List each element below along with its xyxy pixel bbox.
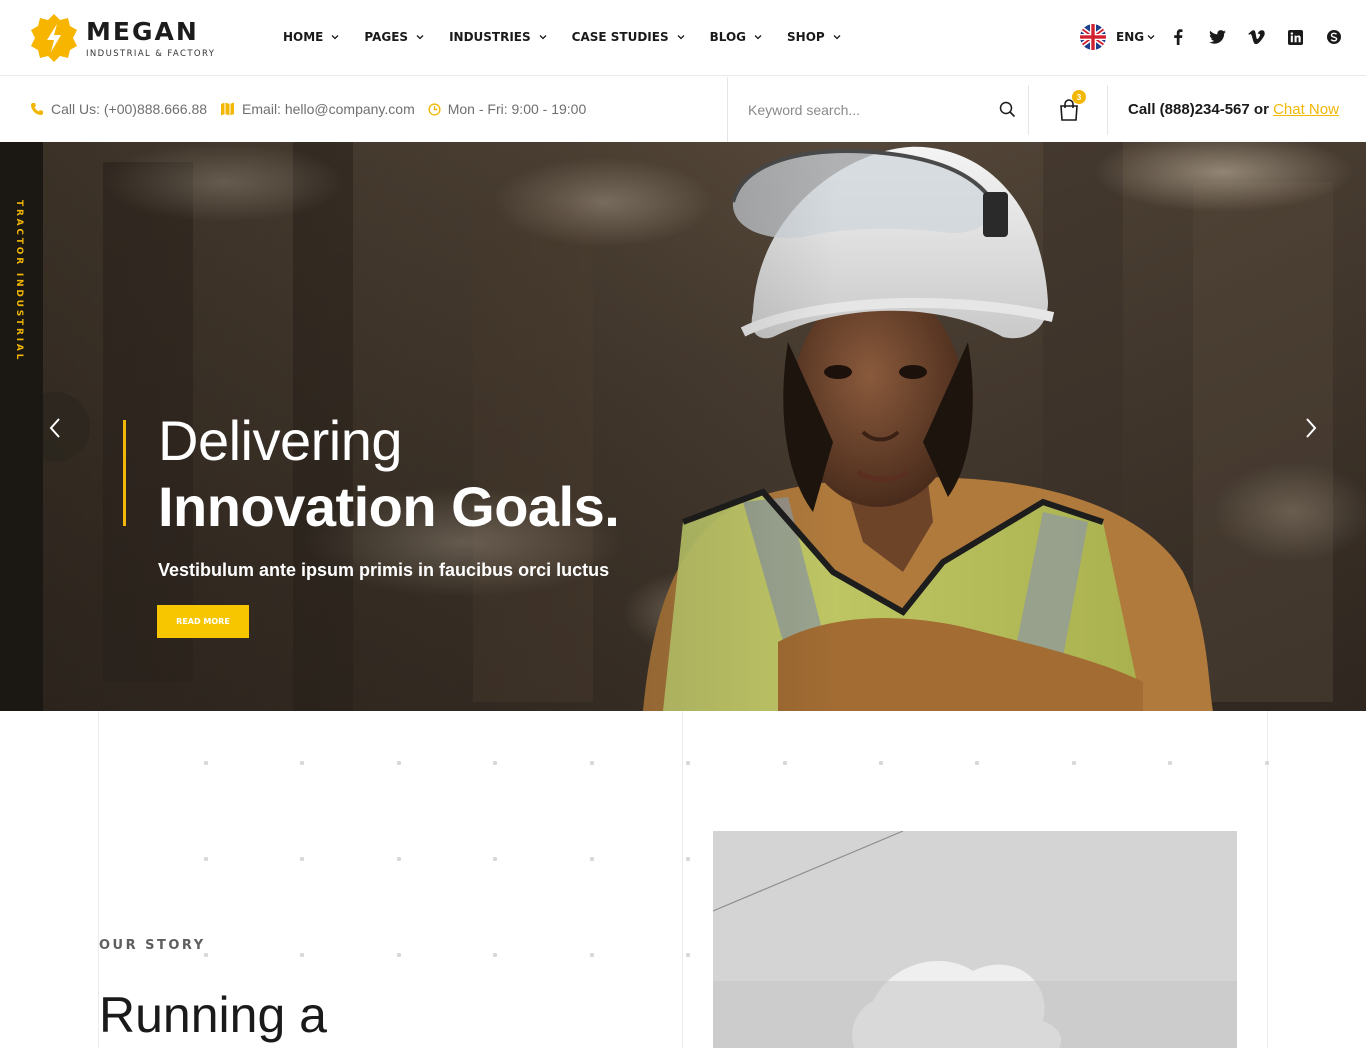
grid-dot (204, 953, 208, 957)
hero-accent-bar (123, 420, 126, 526)
grid-dot (397, 857, 401, 861)
story-label: OUR STORY (99, 938, 206, 953)
grid-dot (686, 761, 690, 765)
grid-dot (300, 761, 304, 765)
vimeo-icon[interactable] (1246, 27, 1266, 47)
cart-count-badge: 3 (1072, 90, 1086, 104)
nav-item-label: HOME (283, 30, 324, 44)
nav-item-label: BLOG (709, 30, 747, 44)
grid-dot (1072, 761, 1076, 765)
nav-item-case-studies[interactable]: CASE STUDIES (572, 30, 685, 44)
grid-dot (1168, 761, 1172, 765)
nav-item-label: SHOP (787, 30, 825, 44)
grid-dot (783, 761, 787, 765)
chevron-left-icon[interactable] (48, 417, 62, 439)
divider (1028, 85, 1029, 135)
phone-info: Call Us: (+00)888.666.88 (30, 101, 207, 117)
site-header: MEGAN INDUSTRIAL & FACTORY HOME PAGES IN… (0, 0, 1366, 76)
grid-dot (204, 761, 208, 765)
hero-subtitle: Vestibulum ante ipsum primis in faucibus… (158, 560, 610, 580)
facebook-icon[interactable] (1168, 27, 1188, 47)
contact-info: Call Us: (+00)888.666.88 Email: hello@co… (30, 101, 599, 117)
nav-item-label: INDUSTRIES (449, 30, 531, 44)
phone-text: Call Us: (+00)888.666.88 (51, 101, 208, 117)
chevron-right-icon[interactable] (1304, 417, 1318, 439)
hero-title-line2: Innovation Goals. (158, 475, 620, 538)
story-image-placeholder (713, 831, 1237, 1048)
story-heading: Running a (99, 987, 327, 1043)
chevron-down-icon (331, 35, 339, 40)
divider (727, 77, 728, 142)
chevron-down-icon (833, 35, 841, 40)
story-image (713, 831, 1237, 1048)
hours-info: Mon - Fri: 9:00 - 19:00 (428, 101, 587, 117)
gear-bolt-logo-icon (31, 14, 77, 62)
story-section: OUR STORY Running a (0, 711, 1366, 1048)
grid-dot (975, 761, 979, 765)
chevron-down-icon (539, 35, 547, 40)
main-nav: HOME PAGES INDUSTRIES CASE STUDIES BLOG … (283, 30, 866, 44)
linkedin-icon[interactable] (1285, 27, 1305, 47)
grid-dot (686, 953, 690, 957)
grid-dot (493, 761, 497, 765)
chat-now-link[interactable]: Chat Now (1273, 101, 1339, 118)
grid-dot (204, 857, 208, 861)
nav-item-home[interactable]: HOME (283, 30, 339, 44)
phone-icon (31, 103, 43, 115)
nav-item-label: PAGES (364, 30, 409, 44)
call-contact: Call (888)234-567 or Chat Now (1128, 101, 1339, 118)
grid-dot (397, 761, 401, 765)
nav-item-blog[interactable]: BLOG (710, 30, 762, 44)
grid-dot (590, 953, 594, 957)
grid-dot (686, 857, 690, 861)
nav-item-label: CASE STUDIES (571, 30, 669, 44)
hero-side-strip: TRACTOR INDUSTRIAL (0, 142, 43, 711)
hours-text: Mon - Fri: 9:00 - 19:00 (447, 101, 587, 117)
search-input[interactable] (748, 99, 988, 121)
logo-text: MEGAN INDUSTRIAL & FACTORY (86, 17, 215, 59)
hero-side-label: TRACTOR INDUSTRIAL (14, 200, 24, 363)
grid-dot (300, 857, 304, 861)
email-text: Email: hello@company.com (242, 101, 415, 117)
brand-tagline: INDUSTRIAL & FACTORY (86, 49, 216, 59)
grid-dot (493, 857, 497, 861)
read-more-button[interactable]: READ MORE (157, 605, 249, 638)
search-icon[interactable] (999, 101, 1016, 118)
hero-slider: TRACTOR INDUSTRIAL Delivering Innovation… (0, 142, 1366, 711)
call-text: Call (888)234-567 or (1128, 101, 1274, 118)
twitter-icon[interactable] (1207, 27, 1227, 47)
grid-dot (879, 761, 883, 765)
social-links (1168, 27, 1363, 47)
info-bar: Call Us: (+00)888.666.88 Email: hello@co… (0, 77, 1366, 142)
uk-flag-icon (1080, 24, 1106, 50)
email-info: Email: hello@company.com (220, 101, 415, 117)
nav-item-shop[interactable]: SHOP (787, 30, 841, 44)
grid-dot (397, 953, 401, 957)
grid-dot (1265, 761, 1269, 765)
chevron-down-icon (1147, 35, 1155, 40)
map-icon (221, 102, 235, 116)
nav-item-pages[interactable]: PAGES (364, 30, 424, 44)
brand-name: MEGAN (86, 17, 199, 46)
grid-dot (590, 857, 594, 861)
brand-logo[interactable]: MEGAN INDUSTRIAL & FACTORY (30, 12, 215, 64)
nav-item-industries[interactable]: INDUSTRIES (449, 30, 547, 44)
grid-dot (493, 953, 497, 957)
language-label: ENG (1116, 30, 1145, 44)
divider (1107, 85, 1108, 135)
clock-icon (428, 102, 441, 116)
chevron-down-icon (677, 35, 685, 40)
grid-line (682, 711, 683, 1048)
chevron-down-icon (754, 35, 762, 40)
hero-title-line1: Delivering (158, 409, 403, 472)
grid-dot (590, 761, 594, 765)
skype-icon[interactable] (1324, 27, 1344, 47)
chevron-down-icon (416, 35, 424, 40)
language-selector[interactable]: ENG (1080, 24, 1155, 50)
grid-dot (300, 953, 304, 957)
